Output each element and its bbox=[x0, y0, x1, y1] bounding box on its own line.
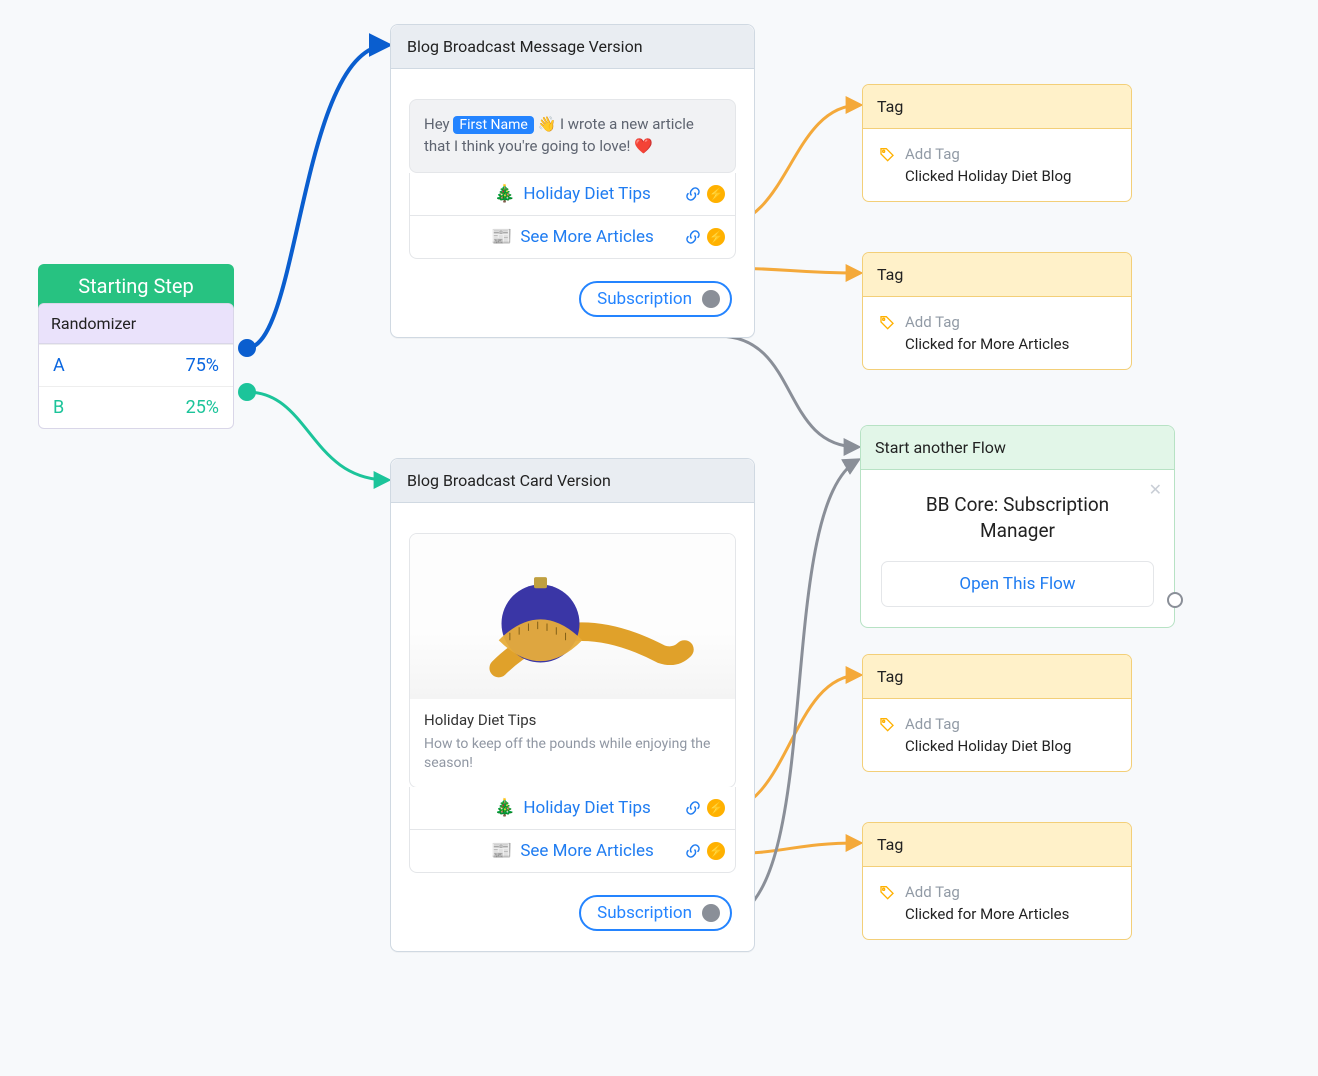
see-more-articles-button[interactable]: 📰 See More Articles ⚡ bbox=[409, 830, 736, 873]
add-tag-label: Add Tag bbox=[905, 313, 960, 331]
button-label: Holiday Diet Tips bbox=[523, 798, 650, 818]
start-another-flow-node[interactable]: Start another Flow ✕ BB Core: Subscripti… bbox=[860, 425, 1175, 628]
randomizer-option-b[interactable]: B 25% bbox=[39, 386, 233, 428]
randomizer-label: Randomizer bbox=[39, 304, 233, 344]
randomizer-option-a-key: A bbox=[53, 355, 65, 376]
link-icon bbox=[684, 185, 702, 203]
message-block-card-title: Blog Broadcast Card Version bbox=[391, 459, 754, 503]
tag-node[interactable]: Tag Add Tag Clicked Holiday Diet Blog bbox=[862, 654, 1132, 772]
subscription-port[interactable] bbox=[702, 290, 720, 308]
flow-node-head: Start another Flow bbox=[861, 426, 1174, 470]
randomizer-option-b-pct: 25% bbox=[186, 397, 219, 418]
tag-node[interactable]: Tag Add Tag Clicked Holiday Diet Blog bbox=[862, 84, 1132, 202]
tag-node-head: Tag bbox=[863, 655, 1131, 699]
bolt-icon: ⚡ bbox=[707, 185, 725, 203]
bolt-icon: ⚡ bbox=[707, 799, 725, 817]
randomizer-option-a-pct: 75% bbox=[186, 355, 219, 376]
link-icon bbox=[684, 842, 702, 860]
bolt-icon: ⚡ bbox=[707, 842, 725, 860]
tag-icon bbox=[879, 314, 895, 330]
randomizer-option-b-key: B bbox=[53, 397, 64, 418]
randomizer-node[interactable]: Randomizer A 75% B 25% bbox=[38, 303, 234, 429]
tag-node-head: Tag bbox=[863, 85, 1131, 129]
tag-value: Clicked Holiday Diet Blog bbox=[905, 167, 1115, 185]
tag-node[interactable]: Tag Add Tag Clicked for More Articles bbox=[862, 822, 1132, 940]
link-icon bbox=[684, 228, 702, 246]
newspaper-icon: 📰 bbox=[491, 841, 512, 861]
tag-value: Clicked for More Articles bbox=[905, 905, 1115, 923]
newspaper-icon: 📰 bbox=[491, 227, 512, 247]
tag-icon bbox=[879, 716, 895, 732]
flow-output-port[interactable] bbox=[1167, 592, 1183, 608]
subscription-label: Subscription bbox=[597, 289, 692, 309]
message-bubble: Hey First Name 👋 I wrote a new article t… bbox=[409, 99, 736, 173]
tag-icon bbox=[879, 884, 895, 900]
open-this-flow-button[interactable]: Open This Flow bbox=[881, 561, 1154, 607]
card-subtitle: How to keep off the pounds while enjoyin… bbox=[424, 735, 721, 773]
link-icon bbox=[684, 799, 702, 817]
button-label: See More Articles bbox=[520, 841, 654, 861]
tag-node-head: Tag bbox=[863, 253, 1131, 297]
first-name-chip: First Name bbox=[453, 116, 533, 134]
tag-node[interactable]: Tag Add Tag Clicked for More Articles bbox=[862, 252, 1132, 370]
message-block-version-title: Blog Broadcast Message Version bbox=[391, 25, 754, 69]
see-more-articles-button[interactable]: 📰 See More Articles ⚡ bbox=[409, 216, 736, 259]
tree-icon: 🎄 bbox=[494, 798, 515, 818]
bubble-pre: Hey bbox=[424, 115, 453, 133]
subscription-port[interactable] bbox=[702, 904, 720, 922]
button-label: See More Articles bbox=[520, 227, 654, 247]
holiday-diet-tips-button[interactable]: 🎄 Holiday Diet Tips ⚡ bbox=[409, 173, 736, 216]
message-block-version[interactable]: Blog Broadcast Message Version Hey First… bbox=[390, 24, 755, 338]
holiday-diet-tips-button[interactable]: 🎄 Holiday Diet Tips ⚡ bbox=[409, 787, 736, 830]
subscription-pill[interactable]: Subscription bbox=[579, 281, 732, 317]
add-tag-label: Add Tag bbox=[905, 715, 960, 733]
ornament-tape-icon bbox=[443, 542, 703, 692]
tag-value: Clicked Holiday Diet Blog bbox=[905, 737, 1115, 755]
bolt-icon: ⚡ bbox=[707, 228, 725, 246]
message-block-card-version[interactable]: Blog Broadcast Card Version bbox=[390, 458, 755, 952]
tag-value: Clicked for More Articles bbox=[905, 335, 1115, 353]
card-image bbox=[410, 534, 735, 699]
card-preview: Holiday Diet Tips How to keep off the po… bbox=[409, 533, 736, 788]
subscription-pill[interactable]: Subscription bbox=[579, 895, 732, 931]
tag-icon bbox=[879, 146, 895, 162]
add-tag-label: Add Tag bbox=[905, 145, 960, 163]
subscription-label: Subscription bbox=[597, 903, 692, 923]
card-title: Holiday Diet Tips bbox=[424, 711, 721, 729]
add-tag-label: Add Tag bbox=[905, 883, 960, 901]
button-label: Holiday Diet Tips bbox=[523, 184, 650, 204]
flow-node-title: BB Core: Subscription Manager bbox=[891, 492, 1144, 543]
close-icon[interactable]: ✕ bbox=[1149, 480, 1162, 499]
randomizer-option-a[interactable]: A 75% bbox=[39, 344, 233, 386]
starting-step[interactable]: Starting Step Randomizer A 75% B 25% bbox=[38, 264, 234, 429]
tag-node-head: Tag bbox=[863, 823, 1131, 867]
tree-icon: 🎄 bbox=[494, 184, 515, 204]
